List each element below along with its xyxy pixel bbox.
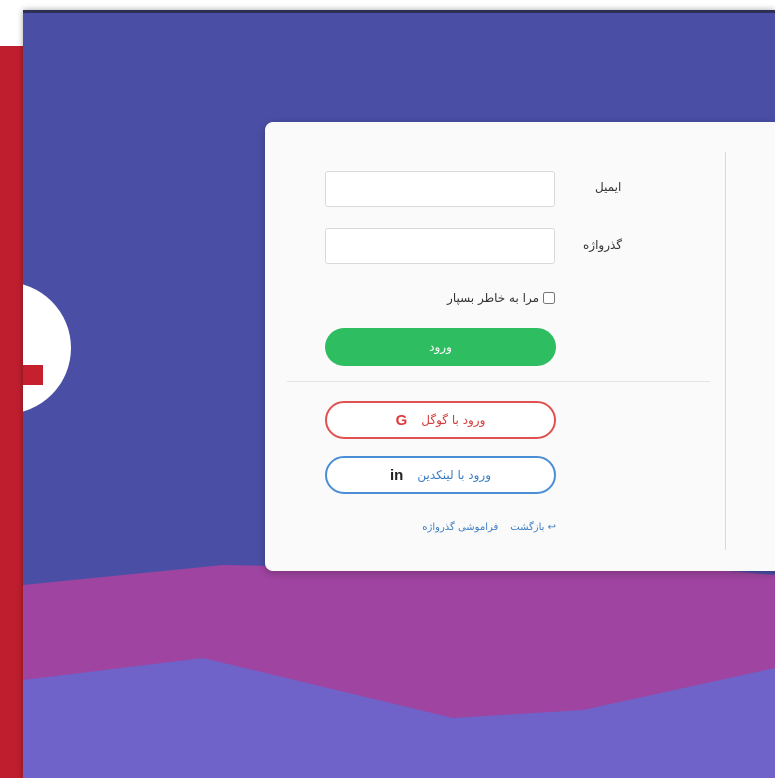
linkedin-icon: in <box>390 466 404 484</box>
side-badge-mark <box>23 365 43 385</box>
linkedin-login-label: ورود با لینکدین <box>417 468 491 482</box>
footer-links: ↩ بازگشت فراموشی گذرواژه <box>422 522 556 533</box>
login-button-label: ورود <box>429 340 452 354</box>
google-login-button[interactable]: G ورود با گوگل <box>325 401 556 439</box>
remember-me[interactable]: مرا به خاطر بسپار <box>447 289 555 307</box>
remember-me-checkbox[interactable] <box>543 292 555 304</box>
password-label: گذرواژه <box>583 238 623 252</box>
card-vertical-divider <box>725 152 726 550</box>
login-button[interactable]: ورود <box>325 328 556 366</box>
card-horizontal-divider <box>287 381 710 382</box>
google-login-label: ورود با گوگل <box>421 413 486 427</box>
forgot-password-link[interactable]: فراموشی گذرواژه <box>422 522 498 533</box>
email-label: ایمیل <box>595 180 622 194</box>
password-input[interactable] <box>325 228 555 264</box>
linkedin-login-button[interactable]: in ورود با لینکدین <box>325 456 556 494</box>
remember-me-label: مرا به خاطر بسپار <box>447 291 539 305</box>
login-card: ایمیل گذرواژه مرا به خاطر بسپار ورود G و… <box>265 122 775 571</box>
google-icon: G <box>395 411 408 429</box>
back-link[interactable]: ↩ بازگشت <box>510 522 556 533</box>
email-input[interactable] <box>325 171 555 207</box>
